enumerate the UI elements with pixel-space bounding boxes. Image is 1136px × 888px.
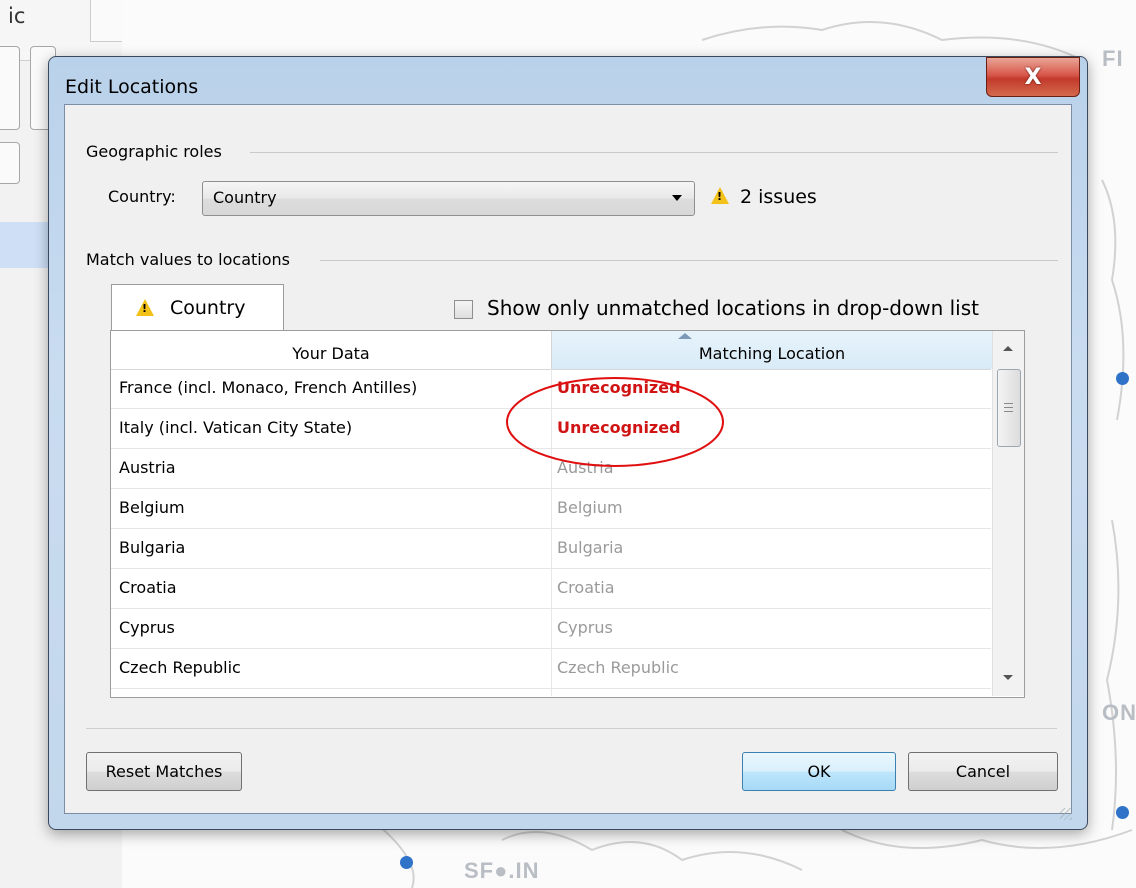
warning-icon: ! [136,299,154,316]
matching-location-cell[interactable]: Bulgaria [557,538,623,557]
left-panel-button[interactable] [0,142,20,184]
country-role-select[interactable]: Country [202,181,695,216]
warning-icon: ! [711,187,729,204]
issues-count[interactable]: 2 issues [740,186,817,208]
your-data-cell: Croatia [119,578,177,597]
unmatched-only-checkbox[interactable] [454,300,473,319]
your-data-cell: Cyprus [119,618,175,637]
table-row[interactable]: Czech Republic Czech Republic [111,649,991,689]
map-label: ON [1102,700,1136,725]
your-data-cell: Bulgaria [119,538,186,557]
chevron-down-icon [672,195,682,201]
table-row[interactable]: Belgium Belgium [111,489,991,529]
map-point[interactable] [1116,806,1129,819]
grid-header: Your Data Matching Location [111,331,992,370]
match-values-label: Match values to locations [86,250,294,269]
matching-location-cell[interactable]: Croatia [557,578,615,597]
column-header-matching-location[interactable]: Matching Location [551,331,992,369]
country-field-label: Country: [108,187,176,206]
footer-divider [86,728,1057,729]
scroll-down-icon[interactable] [1003,675,1013,680]
column-header-your-data[interactable]: Your Data [111,331,551,369]
map-point[interactable] [400,856,413,869]
map-point[interactable] [1116,372,1129,385]
your-data-cell: Austria [119,458,176,477]
country-role-value: Country [213,188,277,207]
left-panel-button[interactable] [0,46,20,130]
sort-ascending-icon [678,333,692,339]
scroll-thumb[interactable] [997,369,1021,447]
matching-location-cell[interactable]: Belgium [557,498,623,517]
close-button[interactable]: X [986,57,1080,97]
tab-country-label: Country [170,297,246,319]
your-data-cell: Belgium [119,498,185,517]
cancel-button[interactable]: Cancel [908,752,1058,791]
map-label: FI [1102,46,1124,71]
unmatched-only-label[interactable]: Show only unmatched locations in drop-do… [487,296,979,320]
group-divider [320,260,1058,261]
scroll-up-icon[interactable] [1003,346,1013,351]
table-row[interactable]: Cyprus Cyprus [111,609,991,649]
your-data-cell: Italy (incl. Vatican City State) [119,418,353,437]
table-row[interactable]: Bulgaria Bulgaria [111,529,991,569]
your-data-cell: France (incl. Monaco, French Antilles) [119,378,418,397]
ok-button[interactable]: OK [742,752,896,791]
tab-country[interactable]: ! Country [111,284,284,332]
matching-location-cell[interactable]: Czech Republic [557,658,679,677]
resize-grip-icon[interactable] [1060,808,1072,820]
close-icon: X [1024,64,1042,90]
geographic-roles-label: Geographic roles [86,142,226,161]
your-data-cell: Czech Republic [119,658,241,677]
dialog-title: Edit Locations [65,76,199,98]
matching-location-cell[interactable]: Cyprus [557,618,613,637]
reset-matches-button[interactable]: Reset Matches [86,752,242,791]
panel-text: ic [8,4,26,28]
group-divider [250,152,1058,153]
table-row[interactable]: Croatia Croatia [111,569,991,609]
vertical-scrollbar[interactable] [992,331,1024,696]
map-label: SF●.IN [464,858,540,883]
annotation-ellipse [506,377,724,467]
